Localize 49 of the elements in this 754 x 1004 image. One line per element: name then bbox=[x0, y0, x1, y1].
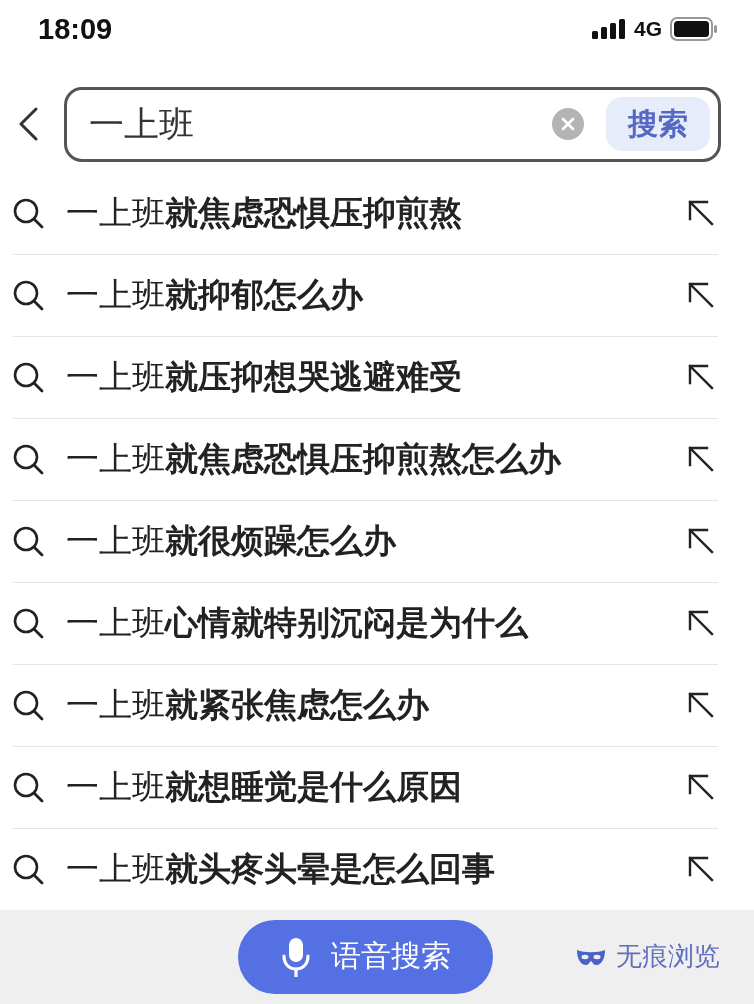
search-input[interactable]: 一上班 bbox=[89, 99, 530, 150]
search-icon bbox=[13, 853, 44, 885]
battery-icon bbox=[670, 17, 718, 42]
search-field[interactable]: 一上班 搜索 bbox=[64, 86, 721, 162]
fill-query-button[interactable] bbox=[688, 856, 714, 883]
up-left-arrow-icon bbox=[688, 200, 714, 227]
suggestion-text[interactable]: 一上班就抑郁怎么办 bbox=[66, 272, 688, 318]
suggestion-text[interactable]: 一上班就压抑想哭逃避难受 bbox=[66, 354, 688, 400]
close-icon bbox=[561, 117, 575, 132]
search-icon bbox=[13, 279, 44, 311]
fill-query-button[interactable] bbox=[688, 774, 714, 801]
search-icon bbox=[13, 361, 44, 393]
search-button[interactable]: 搜索 bbox=[606, 97, 710, 152]
search-icon bbox=[13, 197, 44, 229]
up-left-arrow-icon bbox=[688, 528, 714, 555]
fill-query-button[interactable] bbox=[688, 692, 714, 719]
up-left-arrow-icon bbox=[688, 692, 714, 719]
suggestion-text[interactable]: 一上班就想睡觉是什么原因 bbox=[66, 764, 688, 810]
incognito-button[interactable]: 无痕浏览 bbox=[576, 939, 720, 975]
fill-query-button[interactable] bbox=[688, 364, 714, 391]
network-type: 4G bbox=[634, 17, 662, 42]
fill-query-button[interactable] bbox=[688, 610, 714, 637]
up-left-arrow-icon bbox=[688, 856, 714, 883]
search-icon bbox=[13, 771, 44, 803]
up-left-arrow-icon bbox=[688, 446, 714, 473]
signal-icon bbox=[592, 19, 626, 40]
voice-search-button[interactable]: 语音搜索 bbox=[238, 919, 493, 994]
suggestion-text[interactable]: 一上班就很烦躁怎么办 bbox=[66, 518, 688, 564]
suggestion-text[interactable]: 一上班就紧张焦虑怎么办 bbox=[66, 682, 688, 728]
fill-query-button[interactable] bbox=[688, 528, 714, 555]
up-left-arrow-icon bbox=[688, 610, 714, 637]
up-left-arrow-icon bbox=[688, 364, 714, 391]
search-icon bbox=[13, 607, 44, 639]
up-left-arrow-icon bbox=[688, 282, 714, 309]
search-icon bbox=[13, 689, 44, 721]
suggestion-text[interactable]: 一上班就焦虑恐惧压抑煎熬 bbox=[66, 190, 688, 236]
back-icon bbox=[18, 107, 38, 142]
suggestion-text[interactable]: 一上班就焦虑恐惧压抑煎熬怎么办 bbox=[66, 436, 688, 482]
microphone-icon bbox=[280, 936, 311, 977]
fill-query-button[interactable] bbox=[688, 200, 714, 227]
suggestion-text[interactable]: 一上班就头疼头晕是怎么回事 bbox=[66, 846, 688, 892]
search-icon bbox=[13, 525, 44, 557]
fill-query-button[interactable] bbox=[688, 282, 714, 309]
up-left-arrow-icon bbox=[688, 774, 714, 801]
mask-icon bbox=[576, 947, 606, 966]
fill-query-button[interactable] bbox=[688, 446, 714, 473]
suggestion-text[interactable]: 一上班心情就特别沉闷是为什么 bbox=[66, 600, 688, 646]
status-time: 18:09 bbox=[38, 12, 113, 46]
search-icon bbox=[13, 443, 44, 475]
